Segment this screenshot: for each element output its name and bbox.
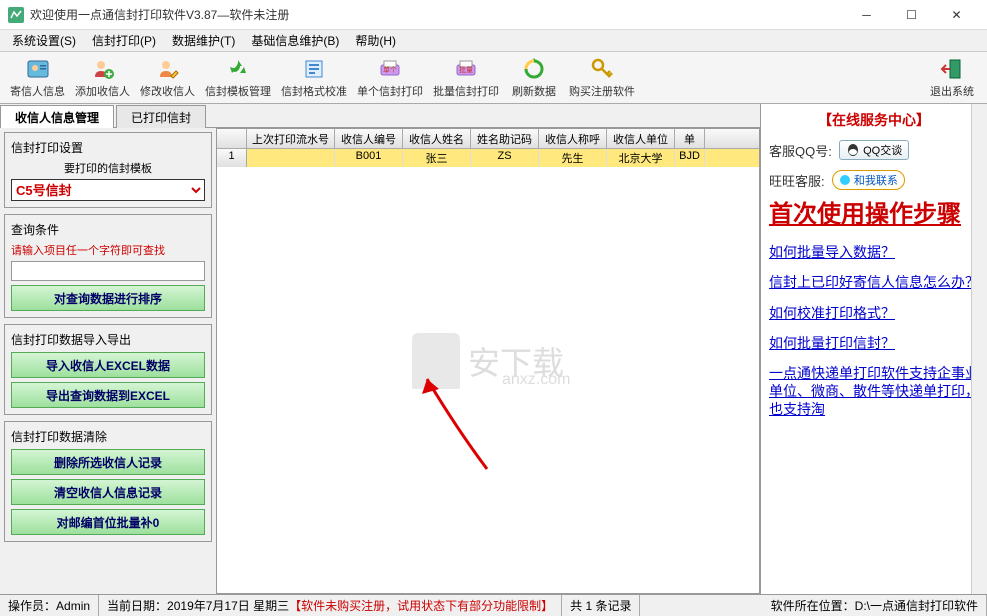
group-title: 信封打印设置	[11, 139, 205, 156]
delete-selected-button[interactable]: 删除所选收信人记录	[11, 449, 205, 475]
col-serial[interactable]: 上次打印流水号	[247, 129, 335, 148]
tool-sender-info[interactable]: 寄信人信息	[6, 54, 69, 102]
user-card-icon	[26, 57, 50, 81]
watermark: 安下载 anxz.com	[412, 333, 564, 389]
tool-buy-register[interactable]: 购买注册软件	[565, 54, 639, 102]
annotation-arrow-icon	[417, 359, 497, 479]
col-title[interactable]: 收信人称呼	[539, 129, 607, 148]
menu-data[interactable]: 数据维护(T)	[164, 30, 243, 51]
scrollbar[interactable]	[971, 104, 987, 594]
query-hint: 请输入项目任一个字符即可查找	[11, 242, 205, 258]
qq-chat-button[interactable]: QQ交谈	[839, 140, 909, 160]
right-pane: 【在线服务中心】 客服QQ号: QQ交谈 旺旺客服: 和我联系 首次使用操作步骤…	[760, 104, 987, 594]
tab-strip: 收信人信息管理 已打印信封	[0, 104, 760, 128]
clear-all-button[interactable]: 清空收信人信息记录	[11, 479, 205, 505]
wangwang-chat-button[interactable]: 和我联系	[832, 170, 905, 190]
tab-recipient-mgmt[interactable]: 收信人信息管理	[0, 105, 114, 128]
help-calibrate-link[interactable]: 如何校准打印格式？	[769, 306, 979, 324]
tool-edit-recipient[interactable]: 修改收信人	[136, 54, 199, 102]
help-batch-print-link[interactable]: 如何批量打印信封？	[769, 336, 979, 354]
wangwang-row: 旺旺客服: 和我联系	[769, 170, 979, 190]
group-import-export: 信封打印数据导入导出 导入收信人EXCEL数据 导出查询数据到EXCEL	[4, 324, 212, 415]
grid-header: 上次打印流水号 收信人编号 收信人姓名 姓名助记码 收信人称呼 收信人单位 单	[217, 129, 759, 149]
user-add-icon	[91, 57, 115, 81]
status-location: 软件所在位置：D:\一点通信封打印软件	[763, 595, 987, 616]
sort-button[interactable]: 对查询数据进行排序	[11, 285, 205, 311]
align-icon	[302, 57, 326, 81]
template-select[interactable]: C5号信封	[11, 179, 205, 201]
print-batch-icon: 批量	[454, 57, 478, 81]
tab-body: 信封打印设置 要打印的信封模板 C5号信封 查询条件 请输入项目任一个字符即可查…	[0, 128, 760, 594]
col-code[interactable]: 收信人编号	[335, 129, 403, 148]
tool-print-batch[interactable]: 批量批量信封打印	[429, 54, 503, 102]
minimize-button[interactable]: ─	[844, 1, 889, 29]
window-title: 欢迎使用一点通信封打印软件V3.87—软件未注册	[30, 6, 844, 23]
group-title: 信封打印数据清除	[11, 428, 205, 445]
recycle-icon	[226, 57, 250, 81]
title-bar: 欢迎使用一点通信封打印软件V3.87—软件未注册 ─ ☐ ✕	[0, 0, 987, 30]
menu-bar: 系统设置(S) 信封打印(P) 数据维护(T) 基础信息维护(B) 帮助(H)	[0, 30, 987, 52]
menu-system[interactable]: 系统设置(S)	[4, 30, 84, 51]
tool-print-single[interactable]: 单个单个信封打印	[353, 54, 427, 102]
qq-icon	[846, 143, 860, 157]
app-icon	[8, 7, 24, 23]
left-pane: 收信人信息管理 已打印信封 信封打印设置 要打印的信封模板 C5号信封 查询条件…	[0, 104, 760, 594]
tool-refresh[interactable]: 刷新数据	[505, 54, 563, 102]
group-print-settings: 信封打印设置 要打印的信封模板 C5号信封	[4, 132, 212, 208]
export-excel-button[interactable]: 导出查询数据到EXCEL	[11, 382, 205, 408]
exit-icon	[940, 57, 964, 81]
help-express-link[interactable]: 一点通快递单打印软件支持企事业单位、微商、散件等快递单打印，也支持淘	[769, 366, 979, 421]
col-more[interactable]: 单	[675, 129, 705, 148]
close-button[interactable]: ✕	[934, 1, 979, 29]
template-label: 要打印的信封模板	[11, 160, 205, 176]
user-edit-icon	[156, 57, 180, 81]
status-date: 当前日期：2019年7月17日 星期三【软件未购买注册，试用状态下有部分功能限制…	[99, 595, 562, 616]
col-unit[interactable]: 收信人单位	[607, 129, 675, 148]
import-excel-button[interactable]: 导入收信人EXCEL数据	[11, 352, 205, 378]
service-center-title: 【在线服务中心】	[769, 110, 979, 130]
group-title: 查询条件	[11, 221, 205, 238]
main-area: 收信人信息管理 已打印信封 信封打印设置 要打印的信封模板 C5号信封 查询条件…	[0, 104, 987, 594]
col-name[interactable]: 收信人姓名	[403, 129, 471, 148]
tool-format-calibrate[interactable]: 信封格式校准	[277, 54, 351, 102]
wangwang-icon	[839, 174, 851, 186]
tool-exit[interactable]: 退出系统	[923, 54, 981, 102]
data-grid[interactable]: 上次打印流水号 收信人编号 收信人姓名 姓名助记码 收信人称呼 收信人单位 单 …	[216, 128, 760, 594]
pad-zip-button[interactable]: 对邮编首位批量补0	[11, 509, 205, 535]
group-title: 信封打印数据导入导出	[11, 331, 205, 348]
watermark-icon	[412, 333, 460, 389]
side-panel: 信封打印设置 要打印的信封模板 C5号信封 查询条件 请输入项目任一个字符即可查…	[0, 128, 216, 594]
status-operator: 操作员：Admin	[0, 595, 99, 616]
menu-base[interactable]: 基础信息维护(B)	[243, 30, 347, 51]
menu-print[interactable]: 信封打印(P)	[84, 30, 164, 51]
help-import-link[interactable]: 如何批量导入数据？	[769, 245, 979, 263]
maximize-button[interactable]: ☐	[889, 1, 934, 29]
help-preprinted-link[interactable]: 信封上已印好寄信人信息怎么办？	[769, 275, 979, 293]
grid-row[interactable]: 1 B001 张三 ZS 先生 北京大学 BJD	[217, 149, 759, 167]
qq-row: 客服QQ号: QQ交谈	[769, 140, 979, 160]
group-clear: 信封打印数据清除 删除所选收信人记录 清空收信人信息记录 对邮编首位批量补0	[4, 421, 212, 542]
svg-text:批量: 批量	[459, 65, 473, 74]
group-query: 查询条件 请输入项目任一个字符即可查找 对查询数据进行排序	[4, 214, 212, 318]
key-icon	[590, 57, 614, 81]
toolbar: 寄信人信息 添加收信人 修改收信人 信封模板管理 信封格式校准 单个单个信封打印…	[0, 52, 987, 104]
refresh-icon	[522, 57, 546, 81]
print-one-icon: 单个	[378, 57, 402, 81]
tool-add-recipient[interactable]: 添加收信人	[71, 54, 134, 102]
first-use-link[interactable]: 首次使用操作步骤	[769, 200, 979, 231]
tab-printed[interactable]: 已打印信封	[116, 105, 206, 128]
col-mnemonic[interactable]: 姓名助记码	[471, 129, 539, 148]
tool-template-mgr[interactable]: 信封模板管理	[201, 54, 275, 102]
svg-text:单个: 单个	[383, 65, 397, 74]
status-bar: 操作员：Admin 当前日期：2019年7月17日 星期三【软件未购买注册，试用…	[0, 594, 987, 616]
query-input[interactable]	[11, 261, 205, 281]
menu-help[interactable]: 帮助(H)	[347, 30, 404, 51]
status-count: 共 1 条记录	[562, 595, 640, 616]
